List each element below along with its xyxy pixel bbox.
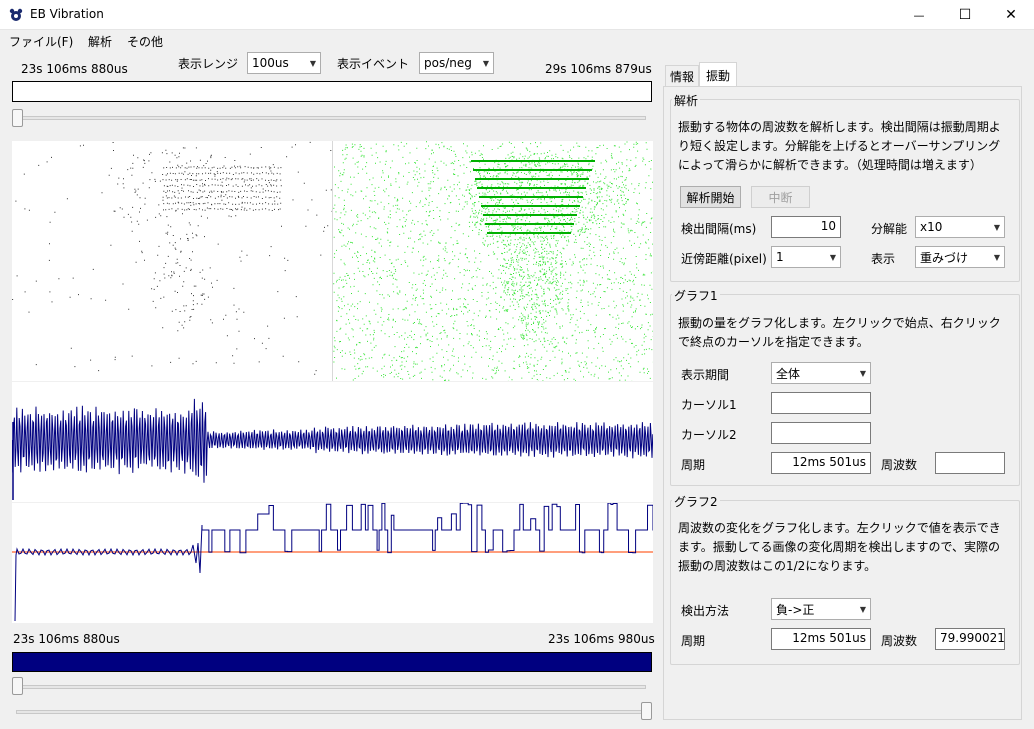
graph2-cycle-label: 周期 [681,634,706,648]
graph1-waveform [11,398,654,483]
bottom-end-time: 23s 106ms 980us [548,632,655,646]
maximize-button[interactable]: ☐ [942,0,988,30]
chevron-down-icon: ▼ [482,58,489,68]
app-icon [9,8,23,21]
bottom-slider-track[interactable] [16,685,646,689]
chevron-down-icon: ▼ [829,252,836,262]
graph1-period-select-value: 全体 [776,366,801,381]
cursor2-label: カーソル2 [681,428,737,442]
tab-info[interactable]: 情報 [665,65,699,87]
stop-analysis-button[interactable]: 中断 [751,186,810,208]
chevron-down-icon: ▼ [993,222,1000,232]
resolution-select-value: x10 [920,220,943,234]
graph2-waveform [14,502,656,622]
display-select[interactable]: 重みづけ ▼ [915,246,1005,268]
range-select[interactable]: 100us ▼ [247,52,321,74]
resolution-label: 分解能 [871,222,908,236]
display-select-value: 重みづけ [920,250,969,265]
bottom-start-time: 23s 106ms 880us [13,632,120,646]
range-label: 表示レンジ [178,57,239,71]
graph1-period-label: 表示期間 [681,368,730,382]
interval-label: 検出間隔(ms) [681,222,757,236]
cursor2-input[interactable] [771,422,871,444]
analysis-title: 解析 [672,92,701,109]
event-image-right [333,141,654,382]
close-icon: ✕ [1005,7,1017,23]
chevron-down-icon: ▼ [993,252,1000,262]
graph2-freq-label: 周波数 [881,634,918,648]
maximize-icon: ☐ [958,7,972,23]
graph2-description: 周波数の変化をグラフ化します。左クリックで値を表示できます。振動してる画像の変化… [678,521,1001,573]
top-timeline-bar[interactable] [12,81,652,102]
bottom-slider-thumb[interactable] [12,677,23,695]
tab-vibration[interactable]: 振動 [699,62,737,87]
tab-vibration-label: 振動 [705,68,730,83]
graph2-freq-output: 79.990021 [935,628,1005,650]
range-select-value: 100us [252,56,289,70]
graph1-description: 振動の量をグラフ化します。左クリックで始点、右クリックで終点のカーソルを指定でき… [678,316,1001,349]
chevron-down-icon: ▼ [859,368,866,378]
menu-analysis[interactable]: 解析 [88,33,112,50]
close-button[interactable]: ✕ [988,0,1034,30]
title-bar [0,0,1034,30]
window-title: EB Vibration [30,7,104,21]
top-end-time: 29s 106ms 879us [545,62,652,76]
method-label: 検出方法 [681,604,730,618]
menu-other[interactable]: その他 [127,33,163,50]
top-start-time: 23s 106ms 880us [21,62,128,76]
resolution-select[interactable]: x10 ▼ [915,216,1005,238]
bottom-progress-bar [12,652,652,672]
graph2-cycle-output: 12ms 501us [771,628,871,650]
graph2-title: グラフ2 [672,493,720,510]
event-dots-left [12,141,333,375]
event-select-value: pos/neg [424,56,472,70]
method-select[interactable]: 負->正 ▼ [771,598,871,620]
graph1-freq-output [935,452,1005,474]
event-label: 表示イベント [337,57,410,71]
event-dots-right [333,141,654,382]
method-select-value: 負->正 [776,602,815,617]
top-slider-track[interactable] [16,116,646,120]
distance-label: 近傍距離(pixel) [681,252,767,266]
graph1-period-select[interactable]: 全体 ▼ [771,362,871,384]
interval-input[interactable]: 10 [771,216,841,238]
image-divider [332,141,333,381]
event-select[interactable]: pos/neg ▼ [419,52,494,74]
graph1-freq-label: 周波数 [881,458,918,472]
zoom-slider-track[interactable] [16,710,646,714]
chevron-down-icon: ▼ [859,604,866,614]
graph1-cycle-label: 周期 [681,458,706,472]
top-slider-thumb[interactable] [12,109,23,127]
start-analysis-button[interactable]: 解析開始 [680,186,741,208]
zoom-slider-thumb[interactable] [641,702,652,720]
display-label: 表示 [871,252,896,266]
graph1-canvas[interactable] [11,382,654,502]
graph1-cycle-output: 12ms 501us [771,452,871,474]
tab-info-label: 情報 [669,70,694,84]
cursor1-label: カーソル1 [681,398,737,412]
graph1-title: グラフ1 [672,287,720,304]
minimize-button[interactable]: — [896,0,942,30]
analysis-description: 振動する物体の周波数を解析します。検出間隔は振動周期より短く設定します。分解能を… [678,120,1001,172]
menu-file[interactable]: ファイル(F) [9,33,73,50]
cursor1-input[interactable] [771,392,871,414]
minimize-icon: — [913,8,925,22]
distance-select-value: 1 [776,250,784,264]
graph2-canvas[interactable] [12,502,656,623]
chevron-down-icon: ▼ [309,58,316,68]
event-image-left [12,141,333,381]
distance-select[interactable]: 1 ▼ [771,246,841,268]
